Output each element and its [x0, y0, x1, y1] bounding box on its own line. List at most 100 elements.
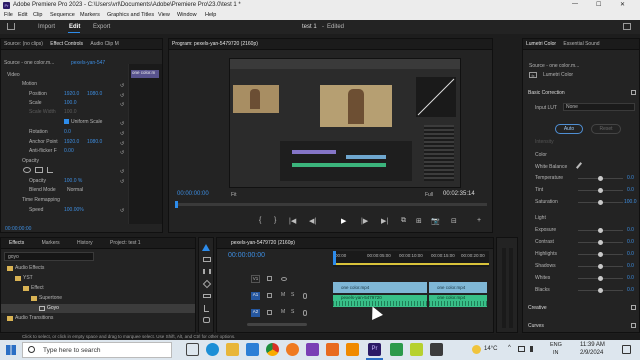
whites-knob[interactable] — [598, 276, 603, 281]
tab-export[interactable]: Export — [93, 24, 110, 30]
menu-window[interactable]: Window — [177, 12, 197, 18]
menu-clip[interactable]: Clip — [33, 12, 42, 18]
edge-icon[interactable] — [206, 343, 219, 356]
shadows-knob[interactable] — [598, 264, 603, 269]
tab-project[interactable]: Project: test 1 — [102, 238, 149, 248]
contrast-value[interactable]: 0.0 — [627, 239, 634, 245]
speed-value[interactable]: 100.00% — [64, 207, 84, 213]
mic-icon[interactable] — [303, 293, 307, 299]
blacks-knob[interactable] — [598, 288, 603, 293]
work-area-bar[interactable] — [333, 263, 489, 265]
mini-clip[interactable]: one color.m — [131, 70, 159, 78]
lumetri-color-select[interactable]: Lumetri Color — [543, 72, 573, 78]
anchor-x[interactable]: 1920.0 — [64, 139, 79, 145]
tree-supertone[interactable]: Supertone — [39, 295, 62, 301]
clip-v1-b[interactable]: one color.mp4 — [429, 282, 487, 293]
fx-motion-label[interactable]: Motion — [22, 81, 37, 87]
temperature-slider[interactable] — [578, 176, 623, 181]
app-icon[interactable] — [306, 343, 319, 356]
tab-audio-clip-mixer[interactable]: Audio Clip M — [87, 39, 121, 49]
clock-time[interactable]: 11:39 AM — [580, 342, 605, 348]
mask-rect-icon[interactable] — [35, 167, 43, 173]
app-icon[interactable] — [430, 343, 443, 356]
home-icon[interactable] — [7, 23, 15, 30]
tint-knob[interactable] — [598, 188, 603, 193]
solo-button[interactable]: S — [291, 292, 294, 298]
contrast-slider[interactable] — [578, 240, 623, 245]
track-select-tool-icon[interactable] — [203, 257, 211, 262]
menu-view[interactable]: View — [158, 12, 170, 18]
step-forward-button[interactable]: |▶ — [361, 217, 368, 225]
program-scrubber[interactable] — [175, 201, 487, 208]
fit-select[interactable]: Fit — [231, 192, 237, 198]
track-target-v1[interactable]: V1 — [251, 275, 260, 283]
contrast-knob[interactable] — [598, 240, 603, 245]
tab-lumetri[interactable]: Lumetri Color — [523, 39, 559, 49]
blacks-slider[interactable] — [578, 288, 623, 293]
tray-chevron-icon[interactable]: ^ — [508, 345, 511, 351]
tab-effect-controls[interactable]: Effect Controls — [47, 39, 86, 49]
taskbar-search-box[interactable]: Type here to search — [22, 342, 172, 358]
app-icon[interactable] — [326, 343, 339, 356]
position-x[interactable]: 1920.0 — [64, 91, 79, 97]
tab-essential-sound[interactable]: Essential Sound — [560, 39, 602, 49]
highlights-knob[interactable] — [598, 252, 603, 257]
export-frame-button[interactable]: 📷 — [431, 217, 440, 225]
tree-audio-effects[interactable]: Audio Effects — [15, 265, 44, 271]
exposure-value[interactable]: 0.0 — [627, 227, 634, 233]
tab-import[interactable]: Import — [38, 24, 55, 30]
menu-file[interactable]: File — [4, 12, 13, 18]
app-icon[interactable] — [410, 343, 423, 356]
source-label[interactable]: Source - one color.m... — [4, 60, 54, 66]
lock-icon[interactable] — [267, 310, 272, 315]
playhead-marker-icon[interactable] — [333, 251, 336, 265]
flicker-value[interactable]: 0.00 — [64, 148, 74, 154]
mute-button[interactable]: M — [281, 292, 285, 298]
fullscreen-icon[interactable] — [623, 23, 631, 30]
menu-markers[interactable]: Markers — [80, 12, 100, 18]
mic-icon[interactable] — [303, 310, 307, 316]
uniform-scale-checkbox[interactable] — [64, 119, 69, 125]
light-section-label[interactable]: Light — [535, 215, 546, 221]
anchor-y[interactable]: 1080.0 — [87, 139, 102, 145]
effects-search-input[interactable]: goyo — [4, 252, 94, 261]
tab-effects[interactable]: Effects — [1, 238, 32, 248]
ec-timecode[interactable]: 00:00:00:00 — [5, 226, 31, 232]
chrome-icon[interactable] — [266, 343, 279, 356]
minimize-button[interactable]: — — [572, 1, 578, 7]
shadows-value[interactable]: 0.0 — [627, 263, 634, 269]
lock-icon[interactable] — [267, 276, 272, 281]
lift-button[interactable]: ⧉ — [401, 217, 406, 225]
lumetri-source-label[interactable]: Source - one color.m... — [529, 63, 579, 69]
ripple-edit-tool-icon[interactable] — [203, 269, 211, 274]
program-timecode-left[interactable]: 00:00:00:00 — [177, 191, 209, 197]
mask-ellipse-icon[interactable] — [23, 167, 31, 173]
saturation-slider[interactable] — [578, 200, 623, 205]
highlights-slider[interactable] — [578, 252, 623, 257]
maximize-button[interactable]: ☐ — [596, 1, 601, 8]
slip-tool-icon[interactable] — [203, 294, 211, 298]
region-code[interactable]: IN — [553, 350, 559, 356]
button-editor[interactable]: + — [477, 217, 481, 224]
file-explorer-icon[interactable] — [226, 343, 239, 356]
extract-button[interactable]: ⊞ — [416, 217, 422, 225]
vlc-icon[interactable] — [346, 343, 359, 356]
weather-temp[interactable]: 14°C — [484, 346, 497, 352]
timeline-ruler[interactable]: 00:00 00:00:05:00 00:00:10:00 00:00:15:0… — [333, 251, 489, 267]
temperature-knob[interactable] — [598, 176, 603, 181]
tab-history[interactable]: History — [69, 238, 101, 248]
timeline-timecode[interactable]: 00:00:00:00 — [228, 252, 265, 259]
color-section-label[interactable]: Color — [535, 152, 547, 158]
program-title[interactable]: Program: pexels-yan-5479720 (2160p) — [169, 39, 261, 49]
app-icon[interactable] — [390, 343, 403, 356]
uniform-scale-row[interactable]: Uniform Scale — [64, 119, 102, 125]
highlights-value[interactable]: 0.0 — [627, 251, 634, 257]
tab-source[interactable]: Source: (no clips) — [1, 39, 46, 49]
razor-tool-icon[interactable] — [202, 279, 212, 289]
blend-select[interactable]: Normal — [67, 187, 83, 193]
firefox-icon[interactable] — [286, 343, 299, 356]
tree-goyo-highlight[interactable] — [1, 304, 195, 313]
tree-effect[interactable]: Effect — [31, 285, 44, 291]
menu-edit[interactable]: Edit — [18, 12, 27, 18]
scale-value[interactable]: 100.0 — [64, 100, 77, 106]
